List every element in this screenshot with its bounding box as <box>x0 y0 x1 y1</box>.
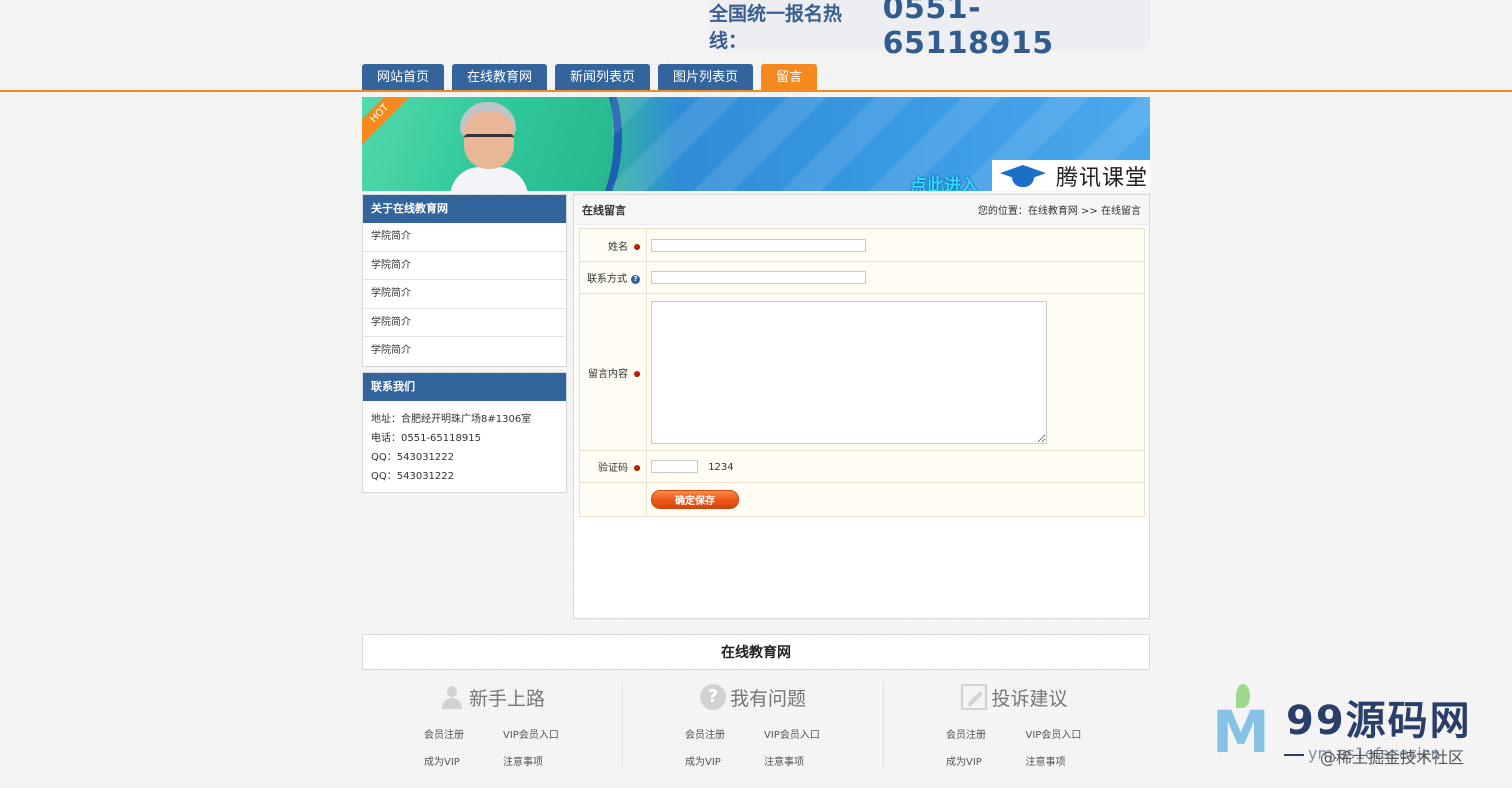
contact-field[interactable] <box>651 271 866 284</box>
teacher-photo <box>450 99 528 191</box>
footer-link-become-vip[interactable]: 成为VIP <box>424 753 503 768</box>
sidebar-item-college-intro[interactable]: 学院简介 <box>363 252 566 280</box>
promo-banner[interactable]: HOT 点此进入 腾讯课堂 <box>362 97 1150 191</box>
edit-icon <box>961 684 988 710</box>
footer-site-name: 在线教育网 <box>362 634 1150 670</box>
message-content-field[interactable] <box>651 300 1047 444</box>
banner-cta-text: 点此进入 <box>910 176 978 191</box>
watermark-divider <box>1284 754 1304 756</box>
hotline-banner: 全国统一报名热线： 0551-65118915 <box>709 0 1150 61</box>
sidebar-item-college-intro[interactable]: 学院简介 <box>363 337 566 366</box>
watermark-logo: M <box>1212 684 1282 764</box>
footer-link-member-register[interactable]: 会员注册 <box>946 726 1026 741</box>
required-dot-icon <box>634 465 640 471</box>
hotline-label: 全国统一报名热线： <box>709 2 843 52</box>
nav-tab-online-education[interactable]: 在线教育网 <box>452 64 548 91</box>
nav-tab-news-list[interactable]: 新闻列表页 <box>555 64 651 91</box>
watermark-title: 99源码网 <box>1286 698 1472 744</box>
contact-qq: QQ：543031222 <box>371 452 455 463</box>
footer-link-become-vip[interactable]: 成为VIP <box>685 753 764 768</box>
footer-link-notes[interactable]: 注意事项 <box>764 753 843 768</box>
nav-tab-guestbook[interactable]: 留言 <box>761 64 818 91</box>
footer-column-title: 我有问题 <box>729 687 806 710</box>
guestbook-header: 在线留言 您的位置：在线教育网 >> 在线留言 <box>574 195 1149 225</box>
footer-column-title: 投诉建议 <box>991 687 1068 710</box>
message-content-label: 留言内容 <box>588 368 628 380</box>
tencent-classroom-logo: 腾讯课堂 <box>992 160 1150 191</box>
breadcrumb: 您的位置：在线教育网 >> 在线留言 <box>977 206 1141 217</box>
captcha-field[interactable] <box>651 460 698 473</box>
footer-link-notes[interactable]: 注意事项 <box>1026 753 1106 768</box>
main-nav: 网站首页 在线教育网 新闻列表页 图片列表页 留言 <box>362 64 818 91</box>
question-icon: ? <box>699 684 726 710</box>
breadcrumb-current: 在线留言 <box>1101 206 1141 217</box>
breadcrumb-home-link[interactable]: 在线教育网 <box>1028 206 1078 217</box>
contact-qq: QQ：543031222 <box>371 471 455 482</box>
required-dot-icon <box>634 243 640 250</box>
user-icon <box>439 684 465 710</box>
footer-link-become-vip[interactable]: 成为VIP <box>946 753 1026 768</box>
sidebar-item-college-intro[interactable]: 学院简介 <box>363 309 566 337</box>
sidebar-contact: 联系我们 地址：合肥经开明珠广场8#1306室 电话：0551-65118915… <box>362 372 567 493</box>
footer-link-member-register[interactable]: 会员注册 <box>424 726 503 741</box>
footer-link-member-register[interactable]: 会员注册 <box>685 726 764 741</box>
footer-link-vip-entry[interactable]: VIP会员入口 <box>1026 726 1106 741</box>
save-button[interactable]: 确定保存 <box>651 490 739 509</box>
sidebar-about-title: 关于在线教育网 <box>363 195 566 223</box>
sidebar-item-college-intro[interactable]: 学院简介 <box>363 280 566 309</box>
guestbook-form: 姓名 联系方式? 留言内容 验证码 1234 确定保存 <box>579 228 1145 517</box>
footer-link-notes[interactable]: 注意事项 <box>503 753 582 768</box>
nav-tab-home[interactable]: 网站首页 <box>362 64 445 91</box>
hotline-number: 0551-65118915 <box>882 0 1054 61</box>
page-title: 在线留言 <box>582 203 626 217</box>
footer-column-questions: ? 我有问题 会员注册 VIP会员入口 成为VIP 注意事项 <box>623 682 884 768</box>
contact-address: 地址：合肥经开明珠广场8#1306室 <box>371 414 532 425</box>
sidebar-about: 关于在线教育网 学院简介 学院简介 学院简介 学院简介 学院简介 <box>362 194 567 367</box>
footer-link-vip-entry[interactable]: VIP会员入口 <box>503 726 582 741</box>
graduation-cap-icon <box>998 163 1048 189</box>
watermark-community: @稀土掘金技术社区 <box>1320 748 1465 767</box>
footer-column-complaints: 投诉建议 会员注册 VIP会员入口 成为VIP 注意事项 <box>884 682 1145 768</box>
required-dot-icon <box>634 370 640 377</box>
footer-column-getting-started: 新手上路 会员注册 VIP会员入口 成为VIP 注意事项 <box>362 682 623 768</box>
tencent-classroom-label: 腾讯课堂 <box>1056 166 1149 191</box>
footer-link-vip-entry[interactable]: VIP会员入口 <box>764 726 843 741</box>
sidebar-item-college-intro[interactable]: 学院简介 <box>363 223 566 252</box>
name-label: 姓名 <box>608 241 628 253</box>
contact-label: 联系方式 <box>587 274 627 285</box>
contact-phone: 电话：0551-65118915 <box>371 433 481 444</box>
guestbook-panel: 在线留言 您的位置：在线教育网 >> 在线留言 姓名 联系方式? 留言内容 验证 <box>573 194 1150 619</box>
name-field[interactable] <box>651 238 866 252</box>
captcha-code: 1234 <box>708 461 734 473</box>
sidebar-contact-title: 联系我们 <box>363 373 566 401</box>
nav-divider <box>0 90 1512 92</box>
nav-tab-image-list[interactable]: 图片列表页 <box>658 64 754 91</box>
captcha-label: 验证码 <box>598 463 628 474</box>
help-icon[interactable]: ? <box>631 274 640 284</box>
footer-column-title: 新手上路 <box>468 687 545 710</box>
